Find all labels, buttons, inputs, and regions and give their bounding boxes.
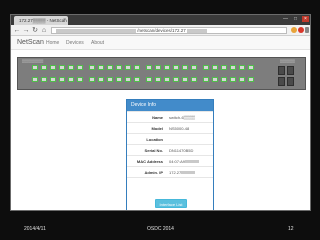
sfp-port[interactable] [278,66,285,75]
ethernet-port[interactable] [230,65,236,70]
port-grid [32,62,266,88]
ethernet-port[interactable] [182,65,188,70]
ethernet-port[interactable] [203,77,209,82]
ethernet-port[interactable] [77,77,83,82]
ethernet-port[interactable] [221,65,227,70]
browser-window: 172.27▒▒▒▒ - NetScan × — □ × ← → ↻ ⌂ /ne… [10,14,311,211]
ethernet-port[interactable] [107,65,113,70]
app-brand[interactable]: NetScan [17,38,44,48]
browser-toolbar: ← → ↻ ⌂ /netscan/devices/172.27 [11,25,310,36]
ethernet-port[interactable] [125,65,131,70]
back-arrow-icon[interactable]: ← [13,26,21,35]
ethernet-port[interactable] [134,65,140,70]
interface-list-button[interactable]: Interface List [155,199,187,208]
ethernet-port[interactable] [98,77,104,82]
ethernet-port[interactable] [107,77,113,82]
ethernet-port[interactable] [221,77,227,82]
star-icon[interactable] [291,27,297,33]
nav-about[interactable]: About [91,40,104,46]
switch-label-right: ▒▒▒▒▒▒▒ [280,59,295,63]
ethernet-port[interactable] [239,77,245,82]
extension-icon[interactable] [298,27,304,33]
sfp-port[interactable] [287,66,294,75]
sfp-port[interactable] [287,77,294,86]
redacted-mac [185,160,200,164]
ethernet-port[interactable] [68,77,74,82]
ethernet-port[interactable] [98,65,104,70]
footer-conference: OSDC 2014 [147,226,174,232]
home-icon[interactable]: ⌂ [40,26,48,35]
ethernet-port[interactable] [116,65,122,70]
menu-icon[interactable] [305,27,309,33]
window-controls: — □ × [282,16,309,24]
info-row-mac: MAC Address 04:07:A9 [127,155,213,166]
ethernet-port[interactable] [116,77,122,82]
ethernet-port[interactable] [164,77,170,82]
ethernet-port[interactable] [59,65,65,70]
ethernet-port[interactable] [89,65,95,70]
maximize-icon[interactable]: □ [292,16,299,22]
app-navbar: NetScan Home Devices About [11,36,310,50]
info-row-location: Location [127,133,213,144]
footer-page-number: 12 [288,226,294,232]
tab-bar: 172.27▒▒▒▒ - NetScan × — □ × [11,15,310,25]
ethernet-port[interactable] [173,65,179,70]
ethernet-port[interactable] [248,77,254,82]
ethernet-port[interactable] [50,77,56,82]
tab-close-icon[interactable]: × [63,16,66,25]
ethernet-port[interactable] [134,77,140,82]
ethernet-port[interactable] [41,77,47,82]
info-row-admin-ip: Admin. IP 172.27 [127,166,213,177]
ethernet-port[interactable] [59,77,65,82]
ethernet-port[interactable] [164,65,170,70]
tab-title: 172.27▒▒▒▒ - NetScan [19,18,67,23]
ethernet-port[interactable] [89,77,95,82]
slide: 172.27▒▒▒▒ - NetScan × — □ × ← → ↻ ⌂ /ne… [0,0,320,240]
ethernet-port[interactable] [155,77,161,82]
ethernet-port[interactable] [41,65,47,70]
info-row-model: Model NS5000-48 [127,122,213,133]
ethernet-port[interactable] [155,65,161,70]
ethernet-port[interactable] [203,65,209,70]
ethernet-port[interactable] [50,65,56,70]
ethernet-port[interactable] [248,65,254,70]
minimize-icon[interactable]: — [282,16,289,22]
redacted-host [56,28,136,33]
ethernet-port[interactable] [239,65,245,70]
info-value: 04:07:A9 [169,159,186,164]
ethernet-port[interactable] [146,65,152,70]
panel-title: Device Info [127,100,213,111]
forward-arrow-icon[interactable]: → [22,26,30,35]
address-url: /netscan/devices/172.27 [137,28,186,33]
ethernet-port[interactable] [68,65,74,70]
address-bar[interactable]: /netscan/devices/172.27 [51,27,287,34]
nav-home[interactable]: Home [46,40,59,46]
ethernet-port[interactable] [32,65,38,70]
ethernet-port[interactable] [32,77,38,82]
ethernet-port[interactable] [77,65,83,70]
device-info-panel: Device Info Name switch-6▒▒▒▒ Model NS50… [126,99,214,210]
close-window-icon[interactable]: × [302,16,309,22]
nav-devices[interactable]: Devices [66,40,84,46]
ethernet-port[interactable] [182,77,188,82]
ethernet-port[interactable] [191,65,197,70]
ethernet-port[interactable] [125,77,131,82]
info-row-serial: Serial No. DN11470B5D [127,144,213,155]
reload-icon[interactable]: ↻ [31,26,39,35]
ethernet-port[interactable] [173,77,179,82]
switch-faceplate: ▒▒▒▒▒▒▒▒▒▒ ▒▒▒▒▒▒▒ [17,57,306,90]
redacted-ip [187,28,208,33]
ethernet-port[interactable] [212,65,218,70]
ethernet-port[interactable] [212,77,218,82]
browser-tab[interactable]: 172.27▒▒▒▒ - NetScan × [14,16,68,25]
info-row-name: Name switch-6▒▒▒▒ [127,111,213,122]
footer-date: 2014/4/11 [24,226,46,232]
ethernet-port[interactable] [146,77,152,82]
info-value: 172.27 [169,170,182,175]
sfp-port[interactable] [278,77,285,86]
ethernet-port[interactable] [191,77,197,82]
ethernet-port[interactable] [230,77,236,82]
redacted-ip [181,171,196,175]
